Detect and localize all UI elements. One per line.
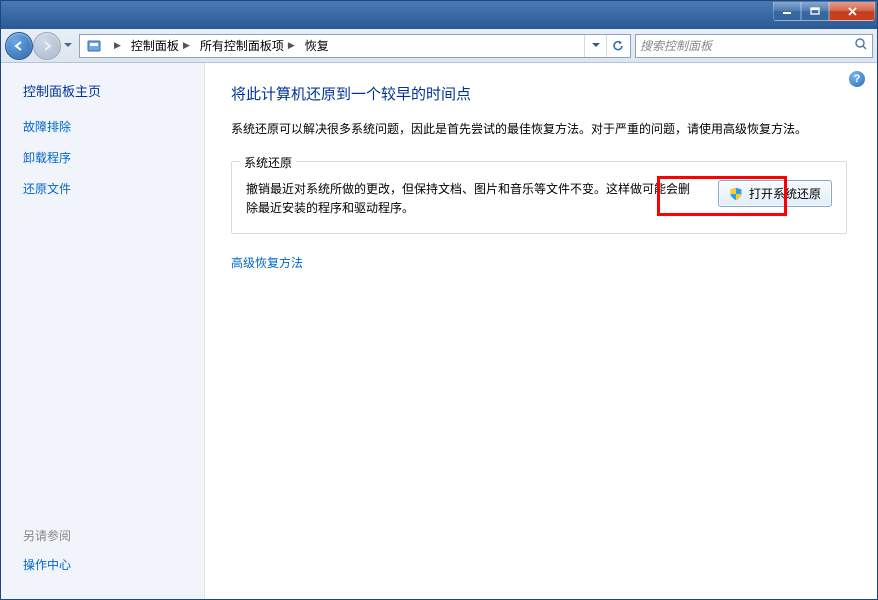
address-bar[interactable]: ▶ 控制面板 ▶ 所有控制面板项 ▶ 恢复 [79,34,631,58]
breadcrumb-item-0[interactable]: 控制面板 ▶ [127,35,196,57]
close-icon [847,7,858,16]
sidebar-title[interactable]: 控制面板主页 [23,81,192,100]
chevron-right-icon: ▶ [114,40,121,51]
arrow-left-icon [12,39,26,53]
maximize-icon [810,7,820,15]
chevron-right-icon: ▶ [288,40,295,51]
nav-history-dropdown[interactable] [61,36,75,56]
address-dropdown-button[interactable] [584,35,606,57]
refresh-icon [611,39,625,53]
forward-button[interactable] [33,32,61,60]
sidebar-link-troubleshoot[interactable]: 故障排除 [23,118,192,135]
titlebar [1,1,877,29]
sidebar-link-restore-files[interactable]: 还原文件 [23,180,192,197]
navigation-bar: ▶ 控制面板 ▶ 所有控制面板项 ▶ 恢复 [1,29,877,63]
chevron-down-icon [64,43,72,48]
open-system-restore-button[interactable]: 打开系统还原 [718,180,832,207]
search-icon[interactable] [854,37,868,54]
help-button[interactable]: ? [849,71,865,87]
page-title: 将此计算机还原到一个较早的时间点 [231,83,847,104]
control-panel-window: ▶ 控制面板 ▶ 所有控制面板项 ▶ 恢复 [0,0,878,600]
breadcrumb-label: 恢复 [305,37,329,54]
page-description: 系统还原可以解决很多系统问题，因此是首先尝试的最佳恢复方法。对于严重的问题，请使… [231,120,847,139]
system-restore-section: 系统还原 撤销最近对系统所做的更改，但保持文档、图片和音乐等文件不变。这样做可能… [231,161,847,233]
content-body: 控制面板主页 故障排除 卸载程序 还原文件 另请参阅 操作中心 ? 将此计算机还… [1,63,877,599]
sidebar: 控制面板主页 故障排除 卸载程序 还原文件 另请参阅 操作中心 [1,63,205,599]
uac-shield-icon [729,187,743,201]
control-panel-icon [85,37,103,55]
breadcrumb-item-2[interactable]: 恢复 [301,35,335,57]
breadcrumb-item-1[interactable]: 所有控制面板项 ▶ [196,35,301,57]
section-legend: 系统还原 [240,154,296,171]
sidebar-link-uninstall[interactable]: 卸载程序 [23,149,192,166]
search-input[interactable] [640,39,854,53]
maximize-button[interactable] [801,2,829,21]
refresh-button[interactable] [606,35,628,57]
minimize-button[interactable] [773,2,801,21]
back-button[interactable] [5,32,33,60]
nav-buttons [5,32,75,60]
chevron-down-icon [592,43,600,48]
sidebar-link-action-center[interactable]: 操作中心 [23,556,192,573]
breadcrumb-root[interactable]: ▶ [106,35,127,57]
advanced-recovery-link[interactable]: 高级恢复方法 [231,254,847,271]
button-label: 打开系统还原 [749,185,821,202]
window-buttons [773,2,875,22]
breadcrumb-label: 所有控制面板项 [200,37,284,54]
minimize-icon [782,7,792,15]
breadcrumb-label: 控制面板 [131,37,179,54]
close-button[interactable] [829,2,875,21]
chevron-right-icon: ▶ [183,40,190,51]
arrow-right-icon [40,39,54,53]
see-also-label: 另请参阅 [23,527,192,544]
main-content: ? 将此计算机还原到一个较早的时间点 系统还原可以解决很多系统问题，因此是首先尝… [205,63,877,599]
restore-description: 撤销最近对系统所做的更改，但保持文档、图片和音乐等文件不变。这样做可能会删除最近… [246,180,702,218]
search-box[interactable] [635,34,873,58]
